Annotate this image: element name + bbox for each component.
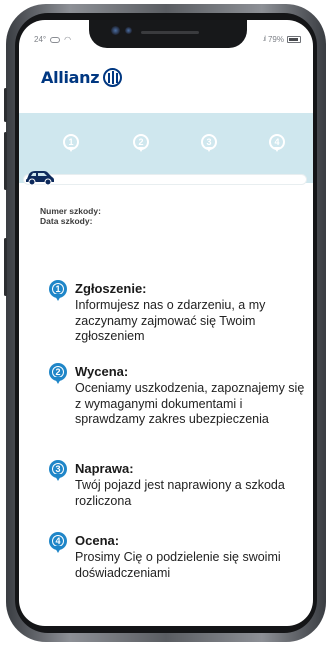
location-pin-icon: 1 xyxy=(49,280,67,302)
claim-number-label: Numer szkody: xyxy=(40,206,101,216)
pin-tip xyxy=(138,147,144,152)
allianz-eagle-icon xyxy=(103,68,123,87)
wifi-icon: ◠ xyxy=(64,35,72,44)
app-screen: 24° ◠ .ıl 79% Allianz 1 2 3 4 Numer szko… xyxy=(19,20,313,626)
brand-logo: Allianz xyxy=(41,68,123,87)
notch xyxy=(89,20,247,48)
pin-tip xyxy=(54,377,62,384)
progress-step-pin: 4 xyxy=(269,134,285,152)
progress-step-pin: 1 xyxy=(63,134,79,152)
step-description: Oceniamy uszkodzenia, zapoznajemy się z … xyxy=(75,381,305,426)
location-pin-icon: 3 xyxy=(49,460,67,482)
car-icon xyxy=(26,171,54,186)
temperature: 24° xyxy=(34,35,47,44)
pin-tip xyxy=(68,147,74,152)
step-title: Zgłoszenie: xyxy=(75,281,147,296)
battery-icon xyxy=(287,36,301,43)
battery-level: 79% xyxy=(267,35,284,44)
signal-icon: .ıl xyxy=(262,36,267,43)
location-pin-icon: 2 xyxy=(49,363,67,385)
step-title: Naprawa: xyxy=(75,461,134,476)
volume-up-button xyxy=(4,88,7,122)
progress-track xyxy=(23,174,307,185)
pin-tip xyxy=(206,147,212,152)
volume-down-button xyxy=(4,132,7,190)
location-pin-icon: 4 xyxy=(49,532,67,554)
camera-icon xyxy=(111,26,120,35)
step-title: Ocena: xyxy=(75,533,120,548)
step-description: Prosimy Cię o podzielenie się swoimi doś… xyxy=(75,550,281,580)
status-bar-left: 24° ◠ xyxy=(34,35,71,44)
pin-tip xyxy=(54,294,62,301)
progress-step-pin: 2 xyxy=(133,134,149,152)
step-description: Twój pojazd jest naprawiony a szkoda roz… xyxy=(75,478,285,508)
side-button xyxy=(4,238,7,296)
progress-step-pin: 3 xyxy=(201,134,217,152)
brand-name: Allianz xyxy=(41,68,100,87)
claim-date-label: Data szkody: xyxy=(40,216,93,226)
sensor-icon xyxy=(125,27,132,34)
step-description: Informujesz nas o zdarzeniu, a my zaczyn… xyxy=(75,298,266,343)
pin-tip xyxy=(274,147,280,152)
step-title: Wycena: xyxy=(75,364,129,379)
cloud-icon xyxy=(50,36,61,43)
pin-tip xyxy=(54,546,62,553)
speaker xyxy=(141,31,199,34)
claim-info: Numer szkody: Data szkody: xyxy=(40,206,101,226)
pin-tip xyxy=(54,474,62,481)
progress-band: 1 2 3 4 xyxy=(19,113,313,183)
status-bar-right: .ıl 79% xyxy=(263,35,301,44)
